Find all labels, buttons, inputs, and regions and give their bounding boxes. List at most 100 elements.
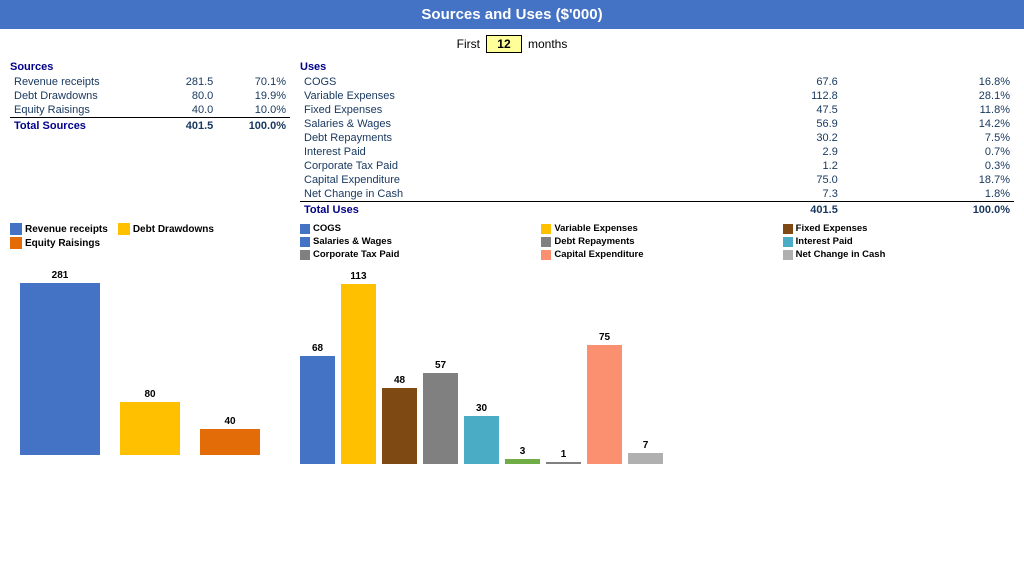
sources-item-label: Revenue receipts — [10, 75, 160, 89]
right-legend-item: Fixed Expenses — [783, 223, 1014, 234]
legend-swatch — [541, 237, 551, 247]
left-legend-item: Revenue receipts — [10, 223, 108, 235]
sources-item-pct: 19.9% — [217, 89, 290, 103]
right-legend-item: Corporate Tax Paid — [300, 249, 531, 260]
uses-total-row: Total Uses 401.5 100.0% — [300, 202, 1014, 218]
uses-item-label: COGS — [300, 75, 707, 89]
uses-item-label: Net Change in Cash — [300, 187, 707, 202]
uses-item-value: 1.2 — [707, 159, 842, 173]
page-title: Sources and Uses ($'000) — [421, 6, 602, 23]
uses-item-label: Capital Expenditure — [300, 173, 707, 187]
bar-value-label: 281 — [52, 270, 69, 281]
bar-value-label: 3 — [520, 446, 526, 457]
months-input[interactable] — [486, 35, 522, 53]
bar-rect — [382, 388, 417, 464]
left-legend-item: Debt Drawdowns — [118, 223, 214, 235]
bar-rect — [546, 462, 581, 464]
left-bar-group: 281 — [20, 270, 100, 455]
legend-label: Net Change in Cash — [796, 249, 886, 260]
months-label: months — [528, 37, 567, 51]
uses-item-pct: 14.2% — [842, 117, 1014, 131]
sources-section: Sources Revenue receipts 281.5 70.1%Debt… — [10, 61, 290, 217]
right-bar-group: 68 — [300, 266, 335, 464]
uses-item-pct: 7.5% — [842, 131, 1014, 145]
sources-total-value: 401.5 — [160, 118, 217, 134]
bar-value-label: 1 — [561, 449, 567, 460]
uses-item-value: 75.0 — [707, 173, 842, 187]
legend-swatch — [541, 224, 551, 234]
uses-item-value: 2.9 — [707, 145, 842, 159]
sources-item-label: Debt Drawdowns — [10, 89, 160, 103]
legend-label: Equity Raisings — [25, 238, 100, 249]
legend-label: Corporate Tax Paid — [313, 249, 399, 260]
bar-value-label: 7 — [643, 440, 649, 451]
left-chart-legend: Revenue receipts Debt Drawdowns Equity Rai… — [10, 223, 290, 249]
uses-total-label: Total Uses — [300, 202, 707, 218]
uses-item-value: 30.2 — [707, 131, 842, 145]
legend-swatch — [541, 250, 551, 260]
uses-row: Debt Repayments 30.2 7.5% — [300, 131, 1014, 145]
uses-item-pct: 18.7% — [842, 173, 1014, 187]
top-section: Sources Revenue receipts 281.5 70.1%Debt… — [0, 59, 1024, 219]
left-legend-item: Equity Raisings — [10, 237, 100, 249]
left-bar-chart: 281 80 40 — [10, 255, 290, 455]
uses-section: Uses COGS 67.6 16.8%Variable Expenses 11… — [300, 61, 1014, 217]
right-bar-group: 48 — [382, 266, 417, 464]
right-bar-group: 7 — [628, 266, 663, 464]
sources-table: Revenue receipts 281.5 70.1%Debt Drawdow… — [10, 75, 290, 133]
uses-item-pct: 1.8% — [842, 187, 1014, 202]
legend-swatch — [300, 224, 310, 234]
uses-row: Net Change in Cash 7.3 1.8% — [300, 187, 1014, 202]
right-bar-group: 113 — [341, 266, 376, 464]
sources-total-row: Total Sources 401.5 100.0% — [10, 118, 290, 134]
bar-value-label: 80 — [144, 389, 155, 400]
bar-rect — [423, 373, 458, 464]
legend-label: Capital Expenditure — [554, 249, 643, 260]
legend-label: Debt Drawdowns — [133, 224, 214, 235]
sources-title: Sources — [10, 61, 290, 73]
sources-row: Revenue receipts 281.5 70.1% — [10, 75, 290, 89]
uses-item-label: Corporate Tax Paid — [300, 159, 707, 173]
sources-item-value: 40.0 — [160, 103, 217, 118]
uses-row: Corporate Tax Paid 1.2 0.3% — [300, 159, 1014, 173]
uses-item-pct: 16.8% — [842, 75, 1014, 89]
uses-item-value: 47.5 — [707, 103, 842, 117]
bar-rect — [300, 356, 335, 464]
bar-rect — [628, 453, 663, 464]
uses-item-pct: 0.3% — [842, 159, 1014, 173]
legend-label: Debt Repayments — [554, 236, 634, 247]
uses-item-pct: 0.7% — [842, 145, 1014, 159]
right-legend-item: COGS — [300, 223, 531, 234]
bar-rect — [464, 416, 499, 464]
uses-item-value: 56.9 — [707, 117, 842, 131]
uses-row: Salaries & Wages 56.9 14.2% — [300, 117, 1014, 131]
uses-row: COGS 67.6 16.8% — [300, 75, 1014, 89]
uses-row: Interest Paid 2.9 0.7% — [300, 145, 1014, 159]
right-chart-container: COGS Variable Expenses Fixed Expenses Salar… — [300, 223, 1014, 495]
legend-label: Revenue receipts — [25, 224, 108, 235]
right-legend-item: Debt Repayments — [541, 236, 772, 247]
uses-item-label: Interest Paid — [300, 145, 707, 159]
uses-item-label: Fixed Expenses — [300, 103, 707, 117]
sources-row: Debt Drawdowns 80.0 19.9% — [10, 89, 290, 103]
uses-table: COGS 67.6 16.8%Variable Expenses 112.8 2… — [300, 75, 1014, 217]
bar-rect — [120, 402, 180, 455]
sources-total-label: Total Sources — [10, 118, 160, 134]
sources-item-value: 80.0 — [160, 89, 217, 103]
bar-value-label: 57 — [435, 360, 446, 371]
uses-row: Capital Expenditure 75.0 18.7% — [300, 173, 1014, 187]
legend-swatch — [300, 237, 310, 247]
legend-swatch — [10, 237, 22, 249]
legend-label: Variable Expenses — [554, 223, 637, 234]
right-legend-item: Variable Expenses — [541, 223, 772, 234]
right-legend-item: Salaries & Wages — [300, 236, 531, 247]
bar-value-label: 68 — [312, 343, 323, 354]
bar-value-label: 40 — [224, 416, 235, 427]
right-bar-group: 30 — [464, 266, 499, 464]
bar-rect — [20, 283, 100, 455]
legend-swatch — [10, 223, 22, 235]
sources-item-pct: 70.1% — [217, 75, 290, 89]
left-bar-group: 80 — [120, 270, 180, 455]
right-legend-item: Net Change in Cash — [783, 249, 1014, 260]
uses-total-value: 401.5 — [707, 202, 842, 218]
